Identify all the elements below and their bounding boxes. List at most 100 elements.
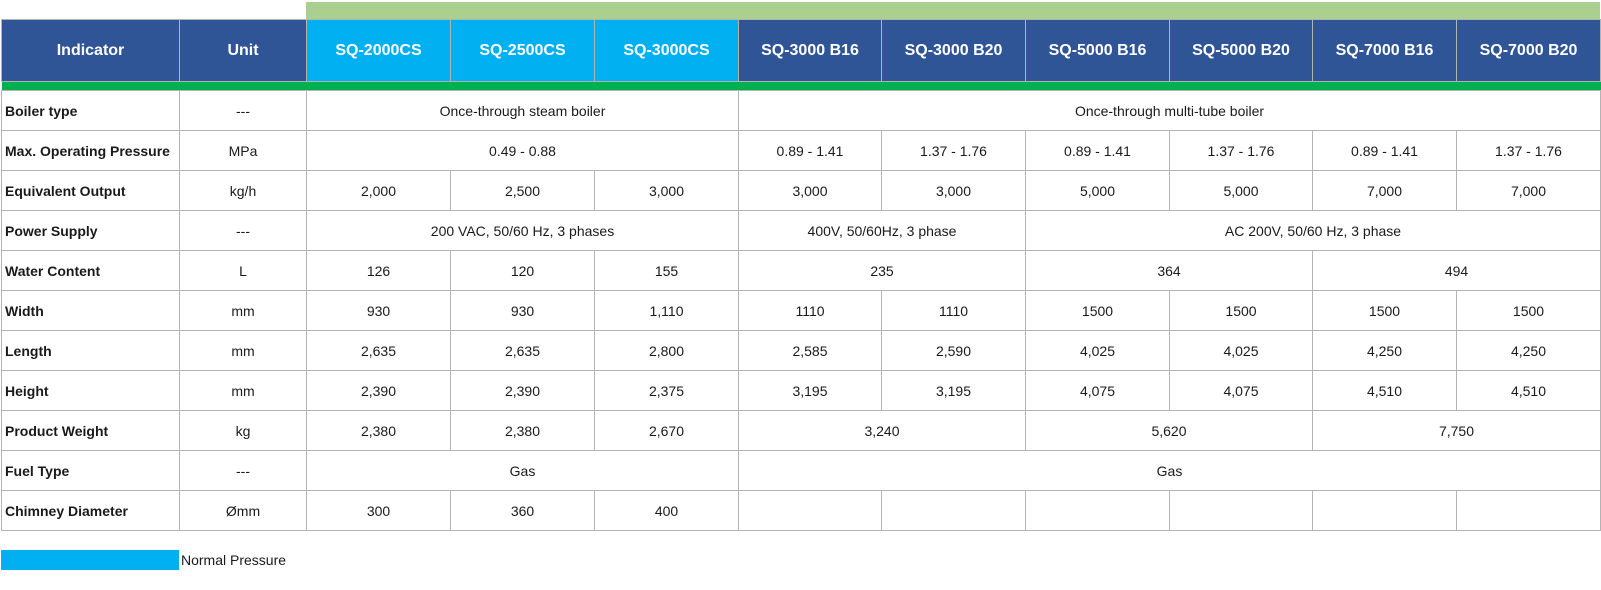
table-cell: Gas [738, 450, 1601, 491]
table-row: Length mm 2,635 2,635 2,800 2,585 2,590 … [1, 330, 1601, 371]
header-model: SQ-2000CS [306, 19, 451, 82]
table-cell: 2,000 [306, 170, 451, 211]
table-cell-empty [1312, 490, 1457, 531]
row-label: Max. Operating Pressure [1, 130, 180, 171]
table-cell: 5,000 [1169, 170, 1313, 211]
table-cell: 360 [450, 490, 595, 531]
table-row: Fuel Type --- Gas Gas [1, 450, 1601, 491]
table-cell: 1110 [738, 290, 882, 331]
row-unit: L [179, 250, 307, 291]
row-label: Chimney Diameter [1, 490, 180, 531]
table-cell: 1500 [1025, 290, 1170, 331]
table-cell: 400V, 50/60Hz, 3 phase [738, 210, 1026, 251]
row-unit: kg/h [179, 170, 307, 211]
table-cell: 0.89 - 1.41 [1312, 130, 1457, 171]
table-cell: 5,620 [1025, 410, 1313, 451]
row-label: Length [1, 330, 180, 371]
table-row: Max. Operating Pressure MPa 0.49 - 0.88 … [1, 130, 1601, 171]
row-label: Water Content [1, 250, 180, 291]
accent-line [1, 81, 1601, 91]
table-cell: 4,075 [1025, 370, 1170, 411]
table-row: Height mm 2,390 2,390 2,375 3,195 3,195 … [1, 370, 1601, 411]
table-cell: 4,250 [1456, 330, 1601, 371]
row-unit: mm [179, 290, 307, 331]
row-unit: mm [179, 330, 307, 371]
table-cell: 930 [450, 290, 595, 331]
table-row: Water Content L 126 120 155 235 364 494 [1, 250, 1601, 291]
table-cell: 1.37 - 1.76 [1169, 130, 1313, 171]
table-cell: 2,670 [594, 410, 739, 451]
table-cell: 2,390 [450, 370, 595, 411]
header-indicator: Indicator [1, 19, 180, 82]
row-label: Boiler type [1, 90, 180, 131]
table-cell: 3,000 [738, 170, 882, 211]
accent-line-row [1, 81, 1601, 91]
top-accent-bar [306, 2, 1600, 19]
table-row: Power Supply --- 200 VAC, 50/60 Hz, 3 ph… [1, 210, 1601, 251]
header-model: SQ-3000 B20 [881, 19, 1026, 82]
row-label: Width [1, 290, 180, 331]
table-cell: 2,585 [738, 330, 882, 371]
table-cell: 2,390 [306, 370, 451, 411]
row-unit: --- [179, 90, 307, 131]
table-cell: 0.89 - 1.41 [738, 130, 882, 171]
table-cell: 200 VAC, 50/60 Hz, 3 phases [306, 210, 739, 251]
table-cell-empty [1169, 490, 1313, 531]
table-cell-empty [738, 490, 882, 531]
header-unit: Unit [179, 19, 307, 82]
header-model: SQ-5000 B16 [1025, 19, 1170, 82]
table-cell: 300 [306, 490, 451, 531]
table-cell: 2,635 [306, 330, 451, 371]
table-cell: 2,375 [594, 370, 739, 411]
row-unit: Ømm [179, 490, 307, 531]
table-cell: 2,380 [450, 410, 595, 451]
table-cell: 1.37 - 1.76 [881, 130, 1026, 171]
table-cell: 364 [1025, 250, 1313, 291]
table-cell: 2,500 [450, 170, 595, 211]
table-cell: 126 [306, 250, 451, 291]
row-unit: kg [179, 410, 307, 451]
table-cell: 4,510 [1312, 370, 1457, 411]
table-cell: 3,000 [881, 170, 1026, 211]
boiler-spec-table: Indicator Unit SQ-2000CS SQ-2500CS SQ-30… [1, 19, 1601, 531]
table-cell: Gas [306, 450, 739, 491]
table-cell-empty [1025, 490, 1170, 531]
table-cell: 120 [450, 250, 595, 291]
table-cell: 155 [594, 250, 739, 291]
table-row: Product Weight kg 2,380 2,380 2,670 3,24… [1, 410, 1601, 451]
table-row: Width mm 930 930 1,110 1110 1110 1500 15… [1, 290, 1601, 331]
table-cell: 1500 [1169, 290, 1313, 331]
table-cell: 0.49 - 0.88 [306, 130, 739, 171]
table-cell: 2,380 [306, 410, 451, 451]
table-cell: 4,075 [1169, 370, 1313, 411]
table-cell: 7,750 [1312, 410, 1601, 451]
table-row: Equivalent Output kg/h 2,000 2,500 3,000… [1, 170, 1601, 211]
row-label: Height [1, 370, 180, 411]
header-model: SQ-5000 B20 [1169, 19, 1313, 82]
legend-label: Normal Pressure [181, 552, 287, 568]
table-cell: 1500 [1456, 290, 1601, 331]
table-cell-empty [881, 490, 1026, 531]
table-cell: 1110 [881, 290, 1026, 331]
table-cell: AC 200V, 50/60 Hz, 3 phase [1025, 210, 1601, 251]
table-cell: 3,195 [881, 370, 1026, 411]
table-cell: 494 [1312, 250, 1601, 291]
table-row: Boiler type --- Once-through steam boile… [1, 90, 1601, 131]
table-cell: 4,025 [1025, 330, 1170, 371]
table-cell: 4,250 [1312, 330, 1457, 371]
row-unit: mm [179, 370, 307, 411]
header-model: SQ-7000 B16 [1312, 19, 1457, 82]
row-unit: MPa [179, 130, 307, 171]
table-cell: 2,635 [450, 330, 595, 371]
table-cell: 930 [306, 290, 451, 331]
table-cell: 0.89 - 1.41 [1025, 130, 1170, 171]
table-cell: 400 [594, 490, 739, 531]
row-unit: --- [179, 450, 307, 491]
table-cell: 1.37 - 1.76 [1456, 130, 1601, 171]
legend: Normal Pressure [1, 550, 286, 570]
table-cell: 3,000 [594, 170, 739, 211]
table-cell: 1,110 [594, 290, 739, 331]
row-label: Equivalent Output [1, 170, 180, 211]
table-cell: Once-through multi-tube boiler [738, 90, 1601, 131]
table-cell: 1500 [1312, 290, 1457, 331]
